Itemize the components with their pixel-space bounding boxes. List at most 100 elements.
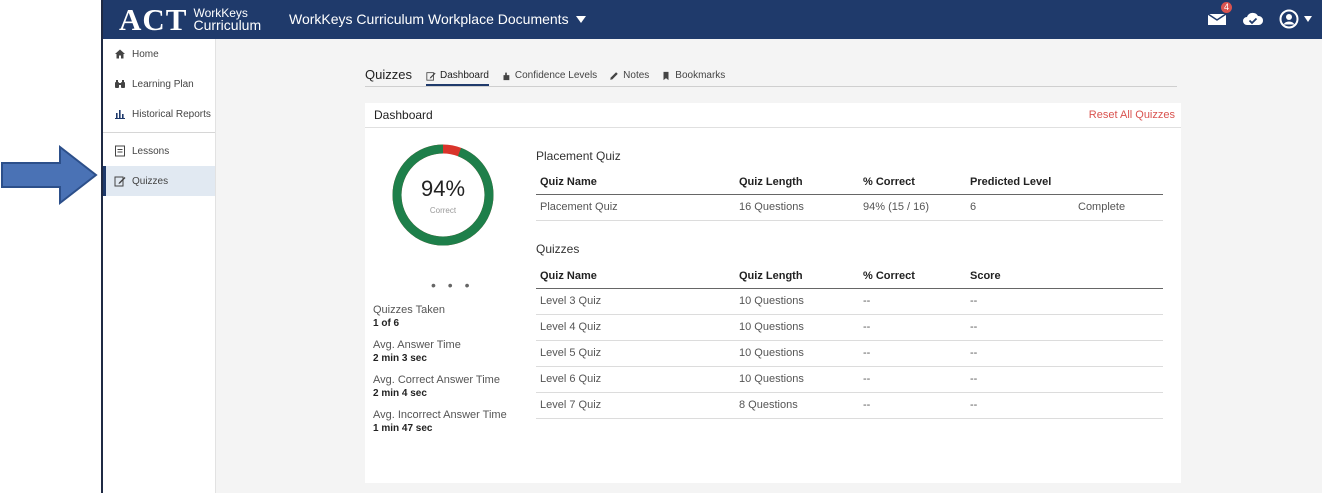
- hand-icon: [503, 72, 510, 80]
- score-ring: 94% Correct: [391, 143, 495, 247]
- sidebar-divider: [103, 132, 215, 133]
- sidebar-item-learning-plan[interactable]: Learning Plan: [103, 69, 215, 99]
- sidebar: Home Learning Plan Historical Reports Le…: [103, 39, 216, 493]
- cell-score: --: [966, 314, 1074, 341]
- stat-label: Avg. Correct Answer Time: [373, 374, 500, 386]
- table-row[interactable]: Level 5 Quiz 10 Questions -- --: [536, 340, 1163, 367]
- tab-notes[interactable]: Notes: [609, 70, 649, 86]
- cell-score: --: [966, 366, 1074, 393]
- cell-quiz-length: 10 Questions: [735, 340, 859, 367]
- sidebar-item-home[interactable]: Home: [103, 39, 215, 69]
- cell-percent-correct: --: [859, 366, 966, 393]
- logo-subtitle: WorkKeys Curriculum: [193, 7, 262, 33]
- sidebar-item-quizzes[interactable]: Quizzes: [103, 166, 215, 196]
- sidebar-item-lessons[interactable]: Lessons: [103, 136, 215, 166]
- cell-predicted-level: 6: [966, 194, 1074, 221]
- cell-score: --: [966, 392, 1074, 419]
- panel-title: Dashboard: [374, 108, 433, 122]
- sidebar-item-label: Lessons: [132, 145, 170, 157]
- cell-quiz-length: 10 Questions: [735, 366, 859, 393]
- col-quiz-name: Quiz Name: [536, 170, 735, 195]
- stat-value: 2 min 4 sec: [373, 388, 427, 399]
- col-quiz-length: Quiz Length: [735, 264, 859, 289]
- stat-label: Avg. Incorrect Answer Time: [373, 409, 507, 421]
- table-row[interactable]: Level 3 Quiz 10 Questions -- --: [536, 288, 1163, 315]
- tab-bookmarks[interactable]: Bookmarks: [661, 70, 725, 86]
- table-row[interactable]: Placement Quiz 16 Questions 94% (15 / 16…: [536, 194, 1163, 221]
- tab-label: Bookmarks: [675, 70, 726, 81]
- more-dots-icon[interactable]: • • •: [431, 277, 473, 293]
- act-logo[interactable]: ACT WorkKeys Curriculum: [119, 2, 262, 37]
- course-selector-dropdown[interactable]: WorkKeys Curriculum Workplace Documents: [289, 11, 586, 27]
- stat-label: Avg. Answer Time: [373, 339, 461, 351]
- stat-avg-correct-answer-time: Avg. Correct Answer Time 2 min 4 sec: [373, 373, 523, 400]
- tab-dashboard[interactable]: Dashboard: [425, 70, 489, 86]
- section-title: Quizzes: [365, 67, 412, 82]
- cell-quiz-length: 8 Questions: [735, 392, 859, 419]
- table-row[interactable]: Level 6 Quiz 10 Questions -- --: [536, 366, 1163, 393]
- cell-percent-correct: --: [859, 392, 966, 419]
- col-status: [1074, 264, 1163, 289]
- bar-chart-icon: [114, 108, 126, 120]
- binoculars-icon: [114, 78, 126, 90]
- quiz-stats: Quizzes Taken 1 of 6 Avg. Answer Time 2 …: [373, 303, 523, 443]
- cell-status: [1074, 340, 1163, 367]
- stat-label: Quizzes Taken: [373, 304, 445, 316]
- tab-label: Notes: [623, 70, 650, 81]
- top-navbar: ACT WorkKeys Curriculum WorkKeys Curricu…: [103, 0, 1322, 39]
- edit-icon: [426, 71, 436, 81]
- top-icons: 4: [1206, 2, 1312, 30]
- cell-quiz-name: Level 4 Quiz: [536, 314, 735, 341]
- score-label: Correct: [429, 206, 457, 215]
- cell-quiz-name: Level 6 Quiz: [536, 366, 735, 393]
- logo-wordmark: ACT: [119, 2, 188, 37]
- cell-status: Complete: [1074, 194, 1163, 221]
- table-header-row: Quiz Name Quiz Length % Correct Predicte…: [536, 170, 1163, 195]
- reset-all-quizzes-link[interactable]: Reset All Quizzes: [1089, 109, 1175, 121]
- quiz-tabs: Quizzes Dashboard Confidence Levels Note…: [365, 64, 1177, 87]
- mail-badge: 4: [1221, 2, 1232, 13]
- bookmark-icon: [663, 71, 669, 80]
- col-quiz-name: Quiz Name: [536, 264, 735, 289]
- cell-quiz-name: Placement Quiz: [536, 194, 735, 221]
- stat-value: 1 min 47 sec: [373, 423, 433, 434]
- cell-quiz-name: Level 5 Quiz: [536, 340, 735, 367]
- placement-quiz-table: Quiz Name Quiz Length % Correct Predicte…: [536, 170, 1163, 221]
- course-title: WorkKeys Curriculum Workplace Documents: [289, 11, 569, 27]
- table-row[interactable]: Level 4 Quiz 10 Questions -- --: [536, 314, 1163, 341]
- stat-avg-incorrect-answer-time: Avg. Incorrect Answer Time 1 min 47 sec: [373, 408, 523, 435]
- col-status: [1074, 170, 1163, 195]
- sidebar-item-historical-reports[interactable]: Historical Reports: [103, 99, 215, 129]
- col-predicted-level: Predicted Level: [966, 170, 1074, 195]
- cell-quiz-length: 10 Questions: [735, 314, 859, 341]
- home-icon: [114, 48, 126, 60]
- cloud-check-icon[interactable]: [1242, 8, 1264, 30]
- logo-sub-line2: Curriculum: [193, 17, 262, 33]
- cell-quiz-name: Level 3 Quiz: [536, 288, 735, 315]
- score-percent: 94%: [420, 176, 466, 201]
- cell-percent-correct: --: [859, 288, 966, 315]
- edit-icon: [114, 175, 126, 187]
- tab-label: Confidence Levels: [514, 70, 598, 81]
- cell-status: [1074, 314, 1163, 341]
- tab-confidence-levels[interactable]: Confidence Levels: [501, 70, 597, 86]
- cell-percent-correct: --: [859, 314, 966, 341]
- cell-quiz-name: Level 7 Quiz: [536, 392, 735, 419]
- sidebar-item-label: Quizzes: [132, 175, 169, 187]
- table-row[interactable]: Level 7 Quiz 8 Questions -- --: [536, 392, 1163, 419]
- quizzes-table: Quiz Name Quiz Length % Correct Score Le…: [536, 264, 1163, 419]
- chevron-down-icon: [575, 15, 586, 23]
- user-menu[interactable]: [1278, 8, 1312, 30]
- cell-quiz-length: 10 Questions: [735, 288, 859, 315]
- table-header-row: Quiz Name Quiz Length % Correct Score: [536, 264, 1163, 289]
- pointer-arrow-annotation: [1, 144, 98, 206]
- cell-percent-correct: --: [859, 340, 966, 367]
- mail-icon[interactable]: 4: [1206, 2, 1232, 30]
- col-quiz-length: Quiz Length: [735, 170, 859, 195]
- stat-quizzes-taken: Quizzes Taken 1 of 6: [373, 303, 523, 330]
- cell-status: [1074, 392, 1163, 419]
- cell-quiz-length: 16 Questions: [735, 194, 859, 221]
- document-icon: [114, 145, 126, 157]
- col-percent-correct: % Correct: [859, 170, 966, 195]
- pencil-icon: [610, 71, 618, 80]
